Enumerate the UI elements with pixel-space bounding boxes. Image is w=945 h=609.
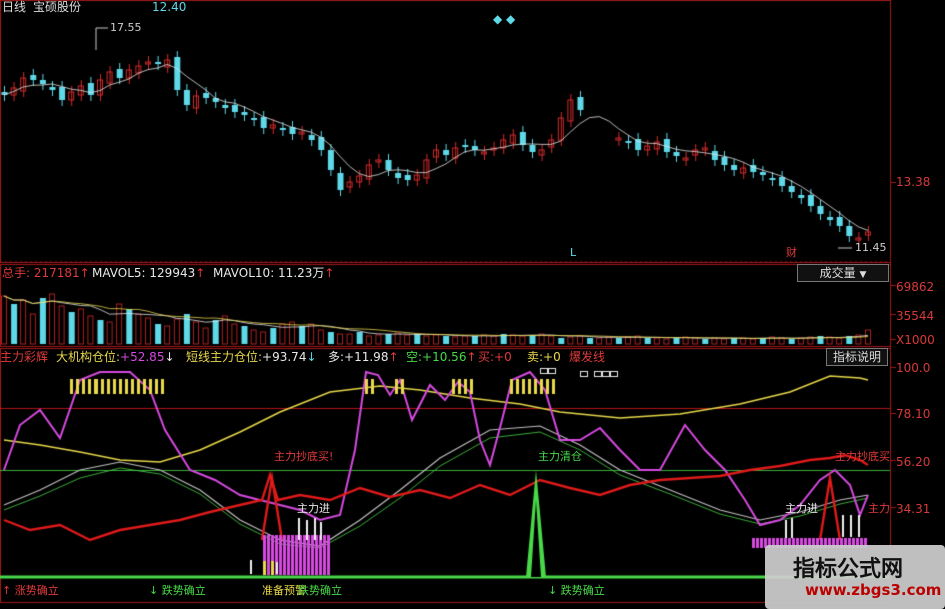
sell-value: 卖:+0 <box>527 350 561 364</box>
volume-dropdown[interactable]: 成交量 ▼ <box>797 264 889 282</box>
price-axis-label: 13.38 <box>896 175 931 189</box>
indicator-axis-78: 78.10 <box>896 407 931 421</box>
annotation-main: 主力 <box>868 502 890 515</box>
watermark: 指标公式网 www.zbgs3.com <box>765 545 945 609</box>
marker-l: L <box>570 246 577 259</box>
annotation-bottom-buy-2: 主力抄底买 <box>835 450 890 463</box>
mavol5-value: MAVOL5: 129943↑ <box>92 266 206 280</box>
inst-position: 大机构仓位:+52.85↓ <box>56 350 175 364</box>
indicator-axis-34: 34.31 <box>896 502 931 516</box>
short-position: 短线主力仓位:+93.74↓ <box>186 350 317 364</box>
indicator-name[interactable]: 主力彩辉 <box>0 351 48 363</box>
stock-price: 12.40 <box>152 0 187 14</box>
annotation-downtrend-1: ↓ 跌势确立 <box>149 584 206 597</box>
watermark-url: www.zbgs3.com <box>805 581 942 599</box>
annotation-downtrend-2: 跌势确立 <box>298 584 342 597</box>
annotation-clear-position: 主力清仓 <box>538 450 582 463</box>
volume-total: 总手: 217181↑ <box>2 266 90 280</box>
mavol10-value: MAVOL10: 11.23万↑ <box>213 266 335 280</box>
short-empty-value: 空:+10.56↑ <box>406 350 477 364</box>
annotation-enter-2: 主力进 <box>785 502 818 515</box>
marker-finance: 财 <box>786 246 797 259</box>
buy-value: 买:+0 <box>478 350 512 364</box>
watermark-title: 指标公式网 <box>793 557 904 582</box>
annotation-enter-1: 主力进 <box>297 502 330 515</box>
indicator-axis-56: 56.20 <box>896 455 931 469</box>
annotation-bottom-buy-1: 主力抄底买! <box>274 450 334 463</box>
low-price-label: 11.45 <box>855 241 887 254</box>
stock-name: 宝硕股份 <box>33 0 82 14</box>
stock-chart-canvas[interactable] <box>0 0 945 609</box>
volume-axis-mid: 35544 <box>896 309 935 323</box>
long-value: 多:+11.98↑ <box>328 350 399 364</box>
volume-axis-unit: X1000 <box>896 333 935 347</box>
period-label[interactable]: 日线 <box>2 1 26 13</box>
chevron-down-icon: ▼ <box>859 270 867 280</box>
burst-line-label: 爆发线 <box>569 350 606 364</box>
indicator-help-button[interactable]: 指标说明 <box>826 348 888 366</box>
indicator-axis-100: 100.0 <box>896 361 931 375</box>
high-price-label: 17.55 <box>110 21 142 34</box>
annotation-downtrend-3: ↓ 跌势确立 <box>548 584 605 597</box>
diamond-icon: ◆ ◆ <box>493 12 516 26</box>
volume-axis-top: 69862 <box>896 280 935 294</box>
annotation-uptrend: ↑ 涨势确立 <box>2 584 59 597</box>
